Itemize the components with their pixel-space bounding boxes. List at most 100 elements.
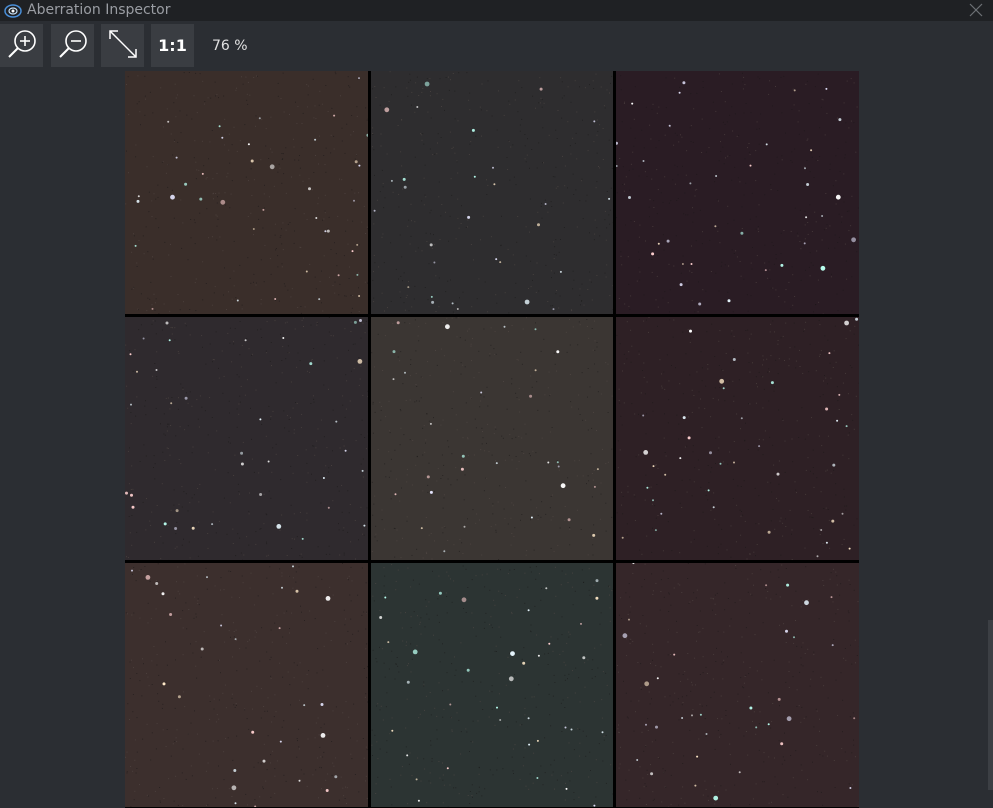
star (767, 723, 770, 726)
star (786, 716, 792, 722)
star (559, 270, 562, 273)
star (616, 165, 618, 167)
star (687, 436, 691, 440)
star (308, 187, 311, 191)
star (220, 624, 223, 627)
star (681, 263, 684, 265)
star (392, 378, 395, 381)
star (142, 337, 145, 340)
star (664, 473, 667, 476)
star (391, 729, 394, 732)
star (689, 182, 692, 185)
star (473, 175, 476, 178)
star (803, 242, 806, 245)
close-icon[interactable] (967, 1, 985, 19)
star (218, 125, 221, 128)
star (163, 522, 167, 526)
star (740, 417, 743, 420)
star (510, 651, 515, 656)
fit-to-window-button[interactable] (101, 24, 144, 67)
star (384, 596, 387, 599)
star (593, 120, 596, 123)
star (175, 156, 178, 159)
star (373, 209, 376, 212)
star (416, 106, 419, 108)
star (402, 177, 406, 181)
mosaic-tile-middle-center (371, 317, 613, 560)
star (534, 369, 537, 372)
mosaic-tile-middle-right (616, 317, 859, 560)
star (392, 350, 396, 354)
mosaic-tile-bottom-left (125, 563, 368, 807)
star (322, 477, 325, 479)
star (267, 460, 270, 463)
star (429, 422, 432, 425)
star (608, 197, 611, 200)
star (593, 804, 596, 807)
title-bar: Aberration Inspector (0, 0, 993, 21)
zoom-out-button[interactable] (51, 24, 94, 67)
star (136, 199, 140, 203)
star (536, 739, 539, 742)
star (420, 527, 423, 530)
star (690, 263, 693, 265)
star (830, 596, 833, 599)
star (835, 194, 841, 200)
star (200, 647, 204, 651)
star (184, 182, 188, 186)
star (646, 486, 649, 489)
star (767, 530, 771, 534)
star (206, 576, 208, 579)
star-field (616, 563, 859, 807)
star (522, 661, 526, 665)
star (810, 149, 813, 152)
star (327, 506, 330, 509)
star (443, 550, 446, 553)
star (732, 358, 736, 361)
star (279, 740, 282, 743)
star (353, 199, 355, 202)
star (628, 196, 631, 199)
star (855, 317, 859, 321)
star (461, 597, 467, 603)
star (396, 321, 400, 325)
star (749, 706, 753, 710)
star (712, 506, 715, 509)
star (366, 133, 368, 137)
star (530, 516, 533, 519)
star (681, 717, 684, 719)
star (713, 795, 719, 801)
star (191, 526, 195, 530)
star (645, 723, 647, 726)
star (333, 114, 336, 117)
star (770, 381, 774, 385)
star (201, 172, 204, 175)
star (547, 461, 550, 464)
star (220, 199, 226, 205)
star (679, 283, 683, 287)
one-to-one-button[interactable]: 1:1 (151, 24, 194, 67)
zoom-in-button[interactable] (0, 24, 43, 67)
star (816, 555, 819, 558)
star (325, 789, 329, 792)
star (758, 445, 761, 448)
star (161, 592, 165, 596)
star (244, 339, 247, 342)
star (592, 533, 596, 537)
star (240, 451, 244, 455)
vertical-scrollbar-thumb[interactable] (988, 620, 993, 790)
star-field (371, 317, 613, 560)
mosaic-tile-top-left (125, 71, 368, 314)
star (461, 454, 465, 458)
star (234, 802, 237, 805)
star (426, 475, 430, 479)
star (356, 273, 359, 276)
star (131, 569, 133, 572)
star (446, 767, 449, 770)
star (358, 164, 361, 167)
star (259, 493, 263, 496)
star (221, 136, 224, 139)
star (282, 337, 285, 339)
star (155, 369, 158, 371)
star (236, 299, 239, 302)
